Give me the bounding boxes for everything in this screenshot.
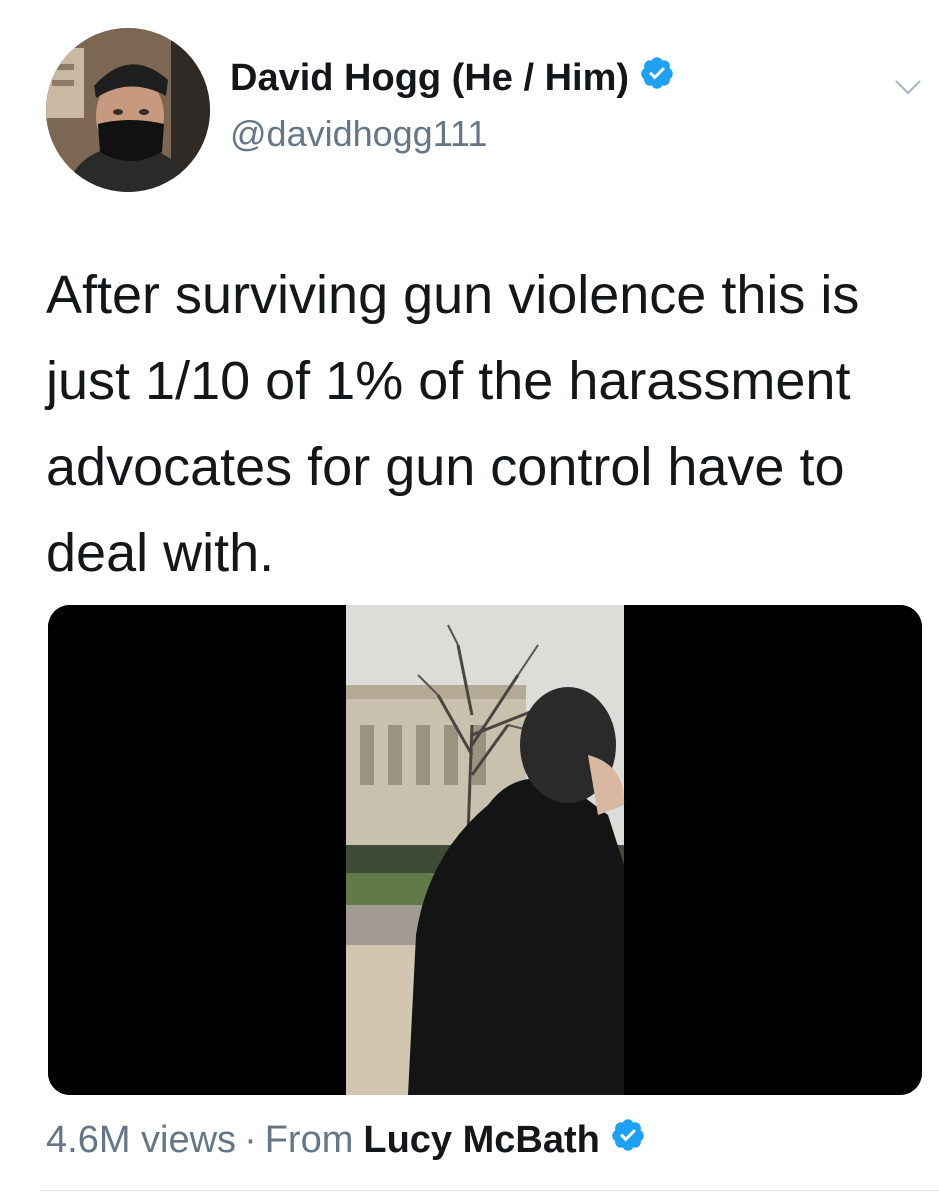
- author-handle[interactable]: @davidhogg111: [230, 113, 487, 155]
- meta-separator: ·: [244, 1118, 257, 1161]
- avatar[interactable]: [46, 28, 210, 192]
- video-meta: 4.6M views · From Lucy McBath: [46, 1117, 646, 1163]
- video-thumbnail: [48, 605, 922, 1095]
- verified-badge-icon: [639, 55, 675, 101]
- video-player[interactable]: [48, 605, 922, 1095]
- author-name-text: David Hogg (He / Him): [230, 56, 630, 99]
- verified-badge-icon: [610, 1117, 646, 1163]
- divider: [40, 1190, 939, 1191]
- video-source-name[interactable]: Lucy McBath: [363, 1119, 599, 1162]
- tweet-text: After surviving gun violence this is jus…: [46, 265, 860, 583]
- chevron-down-icon[interactable]: [893, 75, 923, 99]
- from-label: From: [264, 1118, 354, 1161]
- author-display-name[interactable]: David Hogg (He / Him): [230, 55, 675, 101]
- view-count: 4.6M views: [46, 1118, 237, 1161]
- avatar-image: [46, 28, 210, 192]
